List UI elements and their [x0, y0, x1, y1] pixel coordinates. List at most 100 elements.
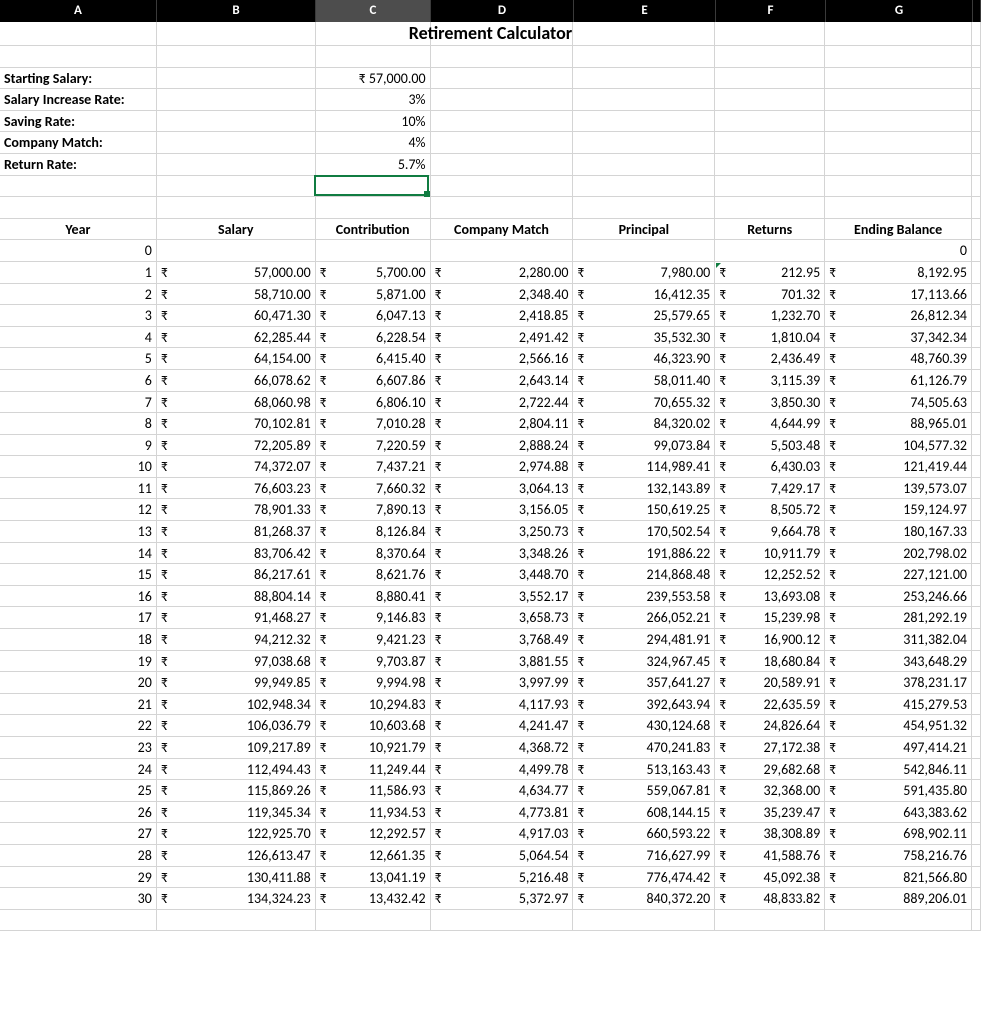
cell-principal[interactable]: ₹25,579.65	[573, 305, 715, 326]
cell[interactable]	[431, 46, 574, 67]
cell-company-match[interactable]: ₹5,064.54	[431, 845, 574, 866]
table-header-returns[interactable]: Returns	[715, 219, 825, 240]
cell-contribution[interactable]: ₹10,294.83	[316, 694, 431, 715]
cell-ending[interactable]: ₹542,846.11	[825, 759, 972, 780]
cell[interactable]	[573, 132, 715, 153]
cell[interactable]	[972, 888, 981, 909]
cell[interactable]	[157, 910, 316, 931]
cell[interactable]	[715, 154, 825, 175]
cell-contribution[interactable]: ₹7,220.59	[316, 435, 431, 456]
cell-ending[interactable]: ₹88,965.01	[825, 413, 972, 434]
cell-company-match[interactable]: ₹2,722.44	[431, 392, 574, 413]
cell-year[interactable]: 23	[0, 737, 157, 758]
cell-salary[interactable]: ₹83,706.42	[157, 543, 316, 564]
cell-ending[interactable]: ₹454,951.32	[825, 715, 972, 736]
cell-salary[interactable]: ₹88,804.14	[157, 586, 316, 607]
cell-ending[interactable]: ₹37,342.34	[825, 327, 972, 348]
cell[interactable]	[972, 197, 981, 218]
cell[interactable]	[573, 176, 715, 197]
cell-contribution[interactable]: ₹8,880.41	[316, 586, 431, 607]
cell[interactable]	[972, 672, 981, 693]
cell-principal[interactable]: ₹776,474.42	[573, 867, 715, 888]
cell-salary[interactable]: ₹99,949.85	[157, 672, 316, 693]
cell-principal[interactable]: ₹99,073.84	[573, 435, 715, 456]
cell-principal[interactable]: ₹470,241.83	[573, 737, 715, 758]
cell-ending[interactable]: ₹253,246.66	[825, 586, 972, 607]
cell-ending[interactable]: ₹8,192.95	[825, 262, 972, 283]
cell-salary[interactable]: ₹70,102.81	[157, 413, 316, 434]
cell-salary[interactable]: ₹91,468.27	[157, 607, 316, 628]
cell-returns[interactable]: ₹27,172.38	[715, 737, 825, 758]
cell-principal[interactable]: ₹294,481.91	[573, 629, 715, 650]
cell-company-match[interactable]: ₹5,216.48	[431, 867, 574, 888]
cell-returns[interactable]: ₹5,503.48	[715, 435, 825, 456]
cell-contribution[interactable]	[316, 240, 431, 261]
cell-contribution[interactable]: ₹8,621.76	[316, 564, 431, 585]
cell[interactable]	[431, 111, 574, 132]
cell[interactable]	[972, 456, 981, 477]
cell-salary[interactable]: ₹81,268.37	[157, 521, 316, 542]
cell-principal[interactable]: ₹266,052.21	[573, 607, 715, 628]
cell-ending[interactable]: ₹121,419.44	[825, 456, 972, 477]
cell-principal[interactable]: ₹840,372.20	[573, 888, 715, 909]
cell[interactable]	[157, 111, 316, 132]
cell-salary[interactable]: ₹130,411.88	[157, 867, 316, 888]
cell-salary[interactable]: ₹74,372.07	[157, 456, 316, 477]
cell-ending[interactable]: ₹281,292.19	[825, 607, 972, 628]
cell-returns[interactable]	[715, 240, 825, 261]
cell-contribution[interactable]: ₹7,010.28	[316, 413, 431, 434]
cell-ending[interactable]: ₹643,383.62	[825, 802, 972, 823]
cell-year[interactable]: 15	[0, 564, 157, 585]
cell-salary[interactable]: ₹64,154.00	[157, 348, 316, 369]
cell[interactable]	[972, 327, 981, 348]
cell-year[interactable]: 4	[0, 327, 157, 348]
cell-principal[interactable]: ₹559,067.81	[573, 780, 715, 801]
cell-year[interactable]: 2	[0, 284, 157, 305]
cell-returns[interactable]: ₹45,092.38	[715, 867, 825, 888]
cell-returns[interactable]: ₹12,252.52	[715, 564, 825, 585]
cell[interactable]	[715, 132, 825, 153]
cell[interactable]	[316, 910, 431, 931]
cell-ending[interactable]: ₹415,279.53	[825, 694, 972, 715]
cell-company-match[interactable]: ₹2,974.88	[431, 456, 574, 477]
cell-ending[interactable]: ₹139,573.07	[825, 478, 972, 499]
col-header-H-partial[interactable]	[973, 0, 981, 22]
cell-contribution[interactable]: ₹6,228.54	[316, 327, 431, 348]
cell-company-match[interactable]: ₹3,658.73	[431, 607, 574, 628]
cell-year[interactable]: 26	[0, 802, 157, 823]
cell-year[interactable]: 20	[0, 672, 157, 693]
cell-returns[interactable]: ₹20,589.91	[715, 672, 825, 693]
cell[interactable]	[0, 197, 157, 218]
cell[interactable]	[431, 910, 574, 931]
param-value[interactable]: 10%	[316, 111, 431, 132]
cell-contribution[interactable]: ₹11,934.53	[316, 802, 431, 823]
cell-principal[interactable]: ₹608,144.15	[573, 802, 715, 823]
cell-company-match[interactable]: ₹5,372.97	[431, 888, 574, 909]
cell-principal[interactable]: ₹35,532.30	[573, 327, 715, 348]
cell[interactable]	[972, 132, 981, 153]
cell-year[interactable]: 28	[0, 845, 157, 866]
cell-ending[interactable]: ₹48,760.39	[825, 348, 972, 369]
cell-returns[interactable]: ₹9,664.78	[715, 521, 825, 542]
cell[interactable]	[825, 89, 972, 110]
cell-salary[interactable]: ₹76,603.23	[157, 478, 316, 499]
cell-returns[interactable]: ₹29,682.68	[715, 759, 825, 780]
cell-principal[interactable]: ₹392,643.94	[573, 694, 715, 715]
cell-principal[interactable]	[573, 240, 715, 261]
cell-salary[interactable]: ₹60,471.30	[157, 305, 316, 326]
cell-returns[interactable]: ₹13,693.08	[715, 586, 825, 607]
cell[interactable]	[157, 46, 316, 67]
cell[interactable]	[573, 910, 715, 931]
cell[interactable]	[972, 823, 981, 844]
cell[interactable]	[825, 132, 972, 153]
cell-salary[interactable]: ₹126,613.47	[157, 845, 316, 866]
cell-returns[interactable]: ₹10,911.79	[715, 543, 825, 564]
cell[interactable]	[316, 197, 431, 218]
cell[interactable]	[972, 46, 981, 67]
cell-salary[interactable]: ₹119,345.34	[157, 802, 316, 823]
cell[interactable]	[972, 392, 981, 413]
cell[interactable]	[972, 262, 981, 283]
cell[interactable]	[972, 737, 981, 758]
cell-year[interactable]: 6	[0, 370, 157, 391]
cell[interactable]	[972, 176, 981, 197]
